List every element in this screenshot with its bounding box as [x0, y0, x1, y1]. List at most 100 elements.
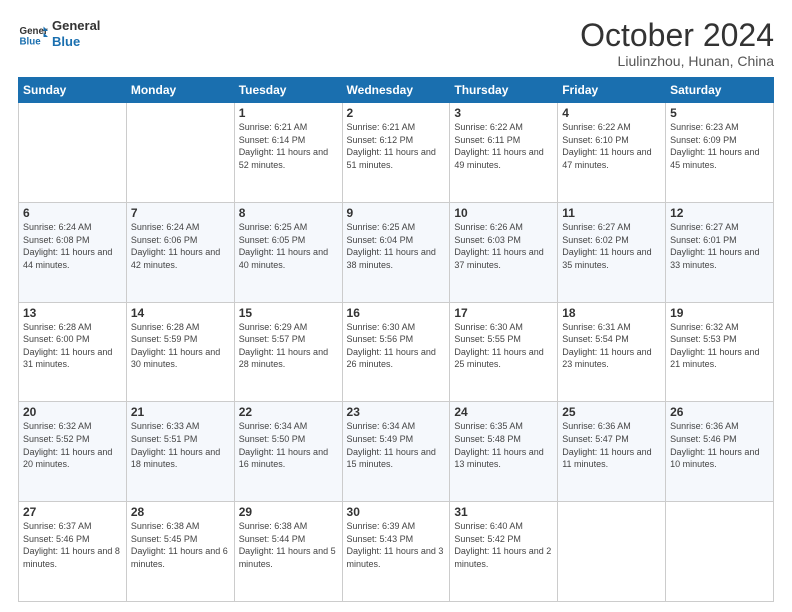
calendar-cell: 5Sunrise: 6:23 AMSunset: 6:09 PMDaylight… [666, 103, 774, 203]
calendar-cell: 23Sunrise: 6:34 AMSunset: 5:49 PMDayligh… [342, 402, 450, 502]
cell-info: Sunrise: 6:28 AMSunset: 6:00 PMDaylight:… [23, 321, 122, 371]
cell-info: Sunrise: 6:37 AMSunset: 5:46 PMDaylight:… [23, 520, 122, 570]
calendar-cell: 15Sunrise: 6:29 AMSunset: 5:57 PMDayligh… [234, 302, 342, 402]
cell-info: Sunrise: 6:26 AMSunset: 6:03 PMDaylight:… [454, 221, 553, 271]
cell-info: Sunrise: 6:40 AMSunset: 5:42 PMDaylight:… [454, 520, 553, 570]
day-number: 20 [23, 405, 122, 419]
cell-info: Sunrise: 6:25 AMSunset: 6:05 PMDaylight:… [239, 221, 338, 271]
day-number: 22 [239, 405, 338, 419]
week-row-3: 20Sunrise: 6:32 AMSunset: 5:52 PMDayligh… [19, 402, 774, 502]
day-number: 4 [562, 106, 661, 120]
calendar-cell [126, 103, 234, 203]
calendar-cell [666, 502, 774, 602]
month-title: October 2024 [580, 18, 774, 53]
cell-info: Sunrise: 6:22 AMSunset: 6:10 PMDaylight:… [562, 121, 661, 171]
calendar-table: SundayMondayTuesdayWednesdayThursdayFrid… [18, 77, 774, 602]
calendar-cell: 12Sunrise: 6:27 AMSunset: 6:01 PMDayligh… [666, 202, 774, 302]
day-number: 3 [454, 106, 553, 120]
calendar-cell: 31Sunrise: 6:40 AMSunset: 5:42 PMDayligh… [450, 502, 558, 602]
calendar-cell: 3Sunrise: 6:22 AMSunset: 6:11 PMDaylight… [450, 103, 558, 203]
calendar-cell: 20Sunrise: 6:32 AMSunset: 5:52 PMDayligh… [19, 402, 127, 502]
calendar-cell: 28Sunrise: 6:38 AMSunset: 5:45 PMDayligh… [126, 502, 234, 602]
day-number: 23 [347, 405, 446, 419]
logo-icon: General Blue [18, 19, 48, 49]
svg-text:Blue: Blue [20, 36, 42, 47]
calendar-cell: 10Sunrise: 6:26 AMSunset: 6:03 PMDayligh… [450, 202, 558, 302]
week-row-1: 6Sunrise: 6:24 AMSunset: 6:08 PMDaylight… [19, 202, 774, 302]
day-number: 15 [239, 306, 338, 320]
day-number: 13 [23, 306, 122, 320]
calendar-cell: 21Sunrise: 6:33 AMSunset: 5:51 PMDayligh… [126, 402, 234, 502]
day-number: 29 [239, 505, 338, 519]
day-number: 16 [347, 306, 446, 320]
day-number: 10 [454, 206, 553, 220]
weekday-header-thursday: Thursday [450, 78, 558, 103]
calendar-cell: 25Sunrise: 6:36 AMSunset: 5:47 PMDayligh… [558, 402, 666, 502]
cell-info: Sunrise: 6:39 AMSunset: 5:43 PMDaylight:… [347, 520, 446, 570]
week-row-0: 1Sunrise: 6:21 AMSunset: 6:14 PMDaylight… [19, 103, 774, 203]
calendar-cell: 11Sunrise: 6:27 AMSunset: 6:02 PMDayligh… [558, 202, 666, 302]
week-row-2: 13Sunrise: 6:28 AMSunset: 6:00 PMDayligh… [19, 302, 774, 402]
cell-info: Sunrise: 6:32 AMSunset: 5:53 PMDaylight:… [670, 321, 769, 371]
calendar-cell: 24Sunrise: 6:35 AMSunset: 5:48 PMDayligh… [450, 402, 558, 502]
cell-info: Sunrise: 6:21 AMSunset: 6:14 PMDaylight:… [239, 121, 338, 171]
calendar-cell: 26Sunrise: 6:36 AMSunset: 5:46 PMDayligh… [666, 402, 774, 502]
day-number: 17 [454, 306, 553, 320]
logo-general: General [52, 18, 100, 34]
day-number: 27 [23, 505, 122, 519]
cell-info: Sunrise: 6:33 AMSunset: 5:51 PMDaylight:… [131, 420, 230, 470]
calendar-cell [558, 502, 666, 602]
day-number: 12 [670, 206, 769, 220]
cell-info: Sunrise: 6:38 AMSunset: 5:44 PMDaylight:… [239, 520, 338, 570]
calendar-cell: 1Sunrise: 6:21 AMSunset: 6:14 PMDaylight… [234, 103, 342, 203]
cell-info: Sunrise: 6:25 AMSunset: 6:04 PMDaylight:… [347, 221, 446, 271]
calendar-cell: 6Sunrise: 6:24 AMSunset: 6:08 PMDaylight… [19, 202, 127, 302]
cell-info: Sunrise: 6:27 AMSunset: 6:01 PMDaylight:… [670, 221, 769, 271]
day-number: 19 [670, 306, 769, 320]
day-number: 6 [23, 206, 122, 220]
logo: General Blue General Blue [18, 18, 100, 49]
weekday-header-saturday: Saturday [666, 78, 774, 103]
cell-info: Sunrise: 6:31 AMSunset: 5:54 PMDaylight:… [562, 321, 661, 371]
calendar-cell: 4Sunrise: 6:22 AMSunset: 6:10 PMDaylight… [558, 103, 666, 203]
calendar-cell: 8Sunrise: 6:25 AMSunset: 6:05 PMDaylight… [234, 202, 342, 302]
calendar-cell: 9Sunrise: 6:25 AMSunset: 6:04 PMDaylight… [342, 202, 450, 302]
calendar-cell: 16Sunrise: 6:30 AMSunset: 5:56 PMDayligh… [342, 302, 450, 402]
calendar-cell: 17Sunrise: 6:30 AMSunset: 5:55 PMDayligh… [450, 302, 558, 402]
cell-info: Sunrise: 6:27 AMSunset: 6:02 PMDaylight:… [562, 221, 661, 271]
day-number: 28 [131, 505, 230, 519]
logo-blue: Blue [52, 34, 100, 50]
cell-info: Sunrise: 6:21 AMSunset: 6:12 PMDaylight:… [347, 121, 446, 171]
calendar-cell: 29Sunrise: 6:38 AMSunset: 5:44 PMDayligh… [234, 502, 342, 602]
day-number: 24 [454, 405, 553, 419]
day-number: 26 [670, 405, 769, 419]
day-number: 25 [562, 405, 661, 419]
cell-info: Sunrise: 6:22 AMSunset: 6:11 PMDaylight:… [454, 121, 553, 171]
day-number: 30 [347, 505, 446, 519]
cell-info: Sunrise: 6:36 AMSunset: 5:47 PMDaylight:… [562, 420, 661, 470]
cell-info: Sunrise: 6:24 AMSunset: 6:06 PMDaylight:… [131, 221, 230, 271]
cell-info: Sunrise: 6:29 AMSunset: 5:57 PMDaylight:… [239, 321, 338, 371]
day-number: 18 [562, 306, 661, 320]
cell-info: Sunrise: 6:28 AMSunset: 5:59 PMDaylight:… [131, 321, 230, 371]
cell-info: Sunrise: 6:30 AMSunset: 5:56 PMDaylight:… [347, 321, 446, 371]
page: General Blue General Blue October 2024 L… [0, 0, 792, 612]
calendar-cell: 30Sunrise: 6:39 AMSunset: 5:43 PMDayligh… [342, 502, 450, 602]
calendar-cell: 22Sunrise: 6:34 AMSunset: 5:50 PMDayligh… [234, 402, 342, 502]
calendar-cell: 18Sunrise: 6:31 AMSunset: 5:54 PMDayligh… [558, 302, 666, 402]
day-number: 2 [347, 106, 446, 120]
cell-info: Sunrise: 6:34 AMSunset: 5:50 PMDaylight:… [239, 420, 338, 470]
weekday-header-tuesday: Tuesday [234, 78, 342, 103]
cell-info: Sunrise: 6:35 AMSunset: 5:48 PMDaylight:… [454, 420, 553, 470]
day-number: 31 [454, 505, 553, 519]
cell-info: Sunrise: 6:30 AMSunset: 5:55 PMDaylight:… [454, 321, 553, 371]
header: General Blue General Blue October 2024 L… [18, 18, 774, 69]
cell-info: Sunrise: 6:36 AMSunset: 5:46 PMDaylight:… [670, 420, 769, 470]
calendar-cell: 2Sunrise: 6:21 AMSunset: 6:12 PMDaylight… [342, 103, 450, 203]
day-number: 1 [239, 106, 338, 120]
weekday-header-monday: Monday [126, 78, 234, 103]
location: Liulinzhou, Hunan, China [580, 53, 774, 69]
calendar-cell: 14Sunrise: 6:28 AMSunset: 5:59 PMDayligh… [126, 302, 234, 402]
cell-info: Sunrise: 6:38 AMSunset: 5:45 PMDaylight:… [131, 520, 230, 570]
day-number: 11 [562, 206, 661, 220]
